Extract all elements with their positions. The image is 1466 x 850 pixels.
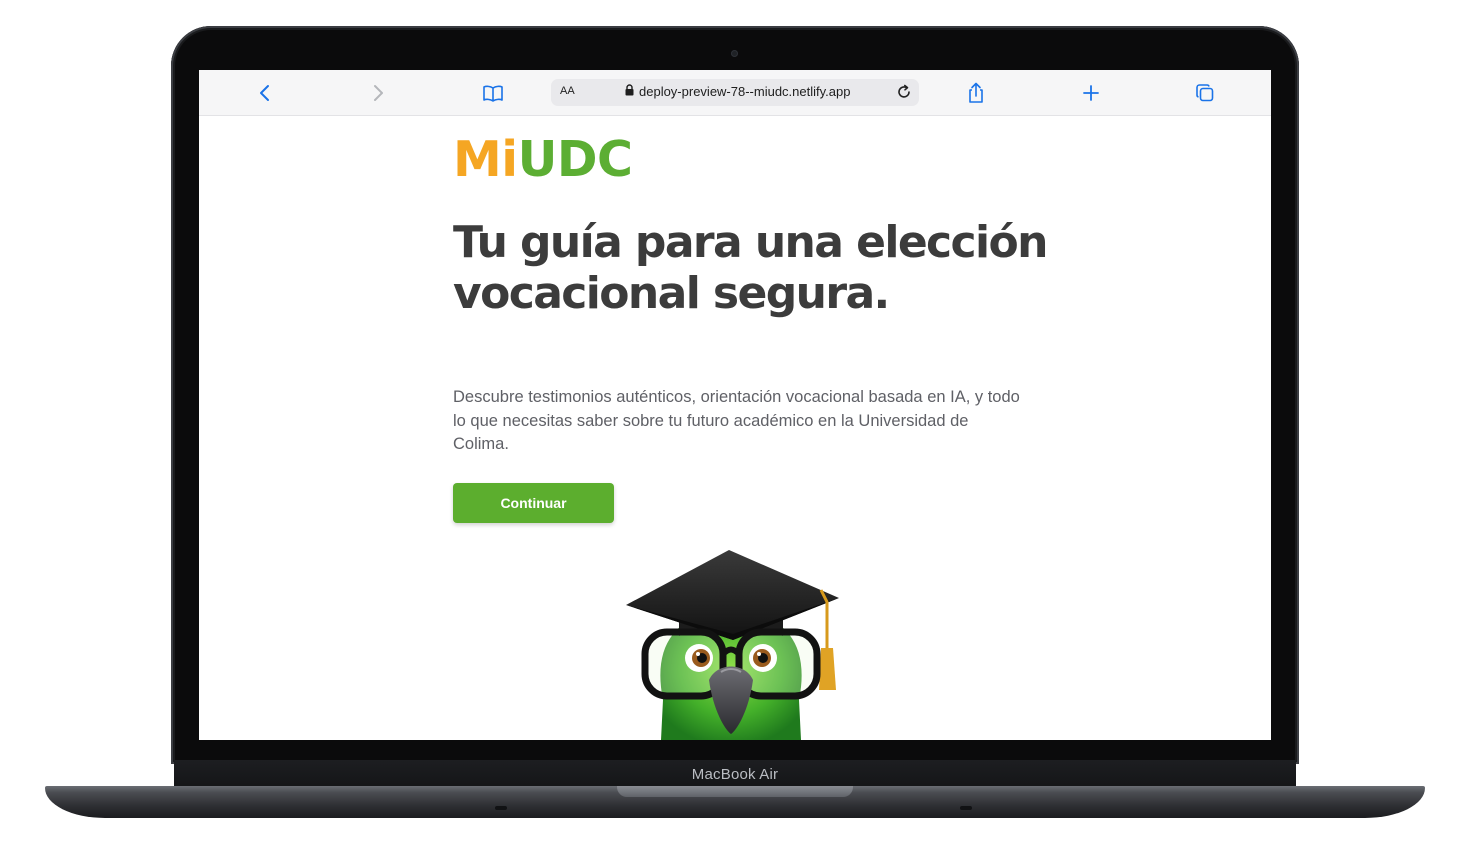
- laptop-base: [45, 786, 1425, 818]
- bookmarks-icon[interactable]: [481, 81, 505, 105]
- laptop-mockup: AA deploy-preview-78--miudc.netlify.app: [0, 0, 1466, 850]
- hero-headline: Tu guía para una elección vocacional seg…: [453, 217, 1048, 319]
- new-tab-icon[interactable]: [1079, 81, 1103, 105]
- logo-udc: UDC: [517, 131, 633, 188]
- hero-subtitle: Descubre testimonios auténticos, orienta…: [453, 388, 1020, 453]
- browser-screen: AA deploy-preview-78--miudc.netlify.app: [199, 70, 1271, 740]
- camera-icon: [731, 50, 738, 57]
- laptop-chin: MacBook Air: [174, 760, 1296, 788]
- text-size-button[interactable]: AA: [560, 85, 575, 97]
- reload-icon[interactable]: [895, 83, 913, 101]
- address-bar[interactable]: AA deploy-preview-78--miudc.netlify.app: [551, 79, 919, 106]
- parrot-mascot-image: [626, 550, 839, 740]
- base-foot: [495, 806, 507, 810]
- base-notch: [617, 786, 853, 797]
- url-text: deploy-preview-78--miudc.netlify.app: [639, 84, 851, 99]
- base-foot: [960, 806, 972, 810]
- forward-icon[interactable]: [366, 81, 390, 105]
- browser-toolbar: AA deploy-preview-78--miudc.netlify.app: [199, 70, 1271, 116]
- back-icon[interactable]: [253, 81, 277, 105]
- model-label: MacBook Air: [691, 766, 779, 783]
- share-icon[interactable]: [964, 81, 988, 105]
- tabs-icon[interactable]: [1193, 81, 1217, 105]
- logo-mi: Mi: [453, 131, 518, 188]
- miudc-logo[interactable]: MiUDC: [453, 135, 633, 185]
- lock-icon: [625, 84, 634, 99]
- url-display[interactable]: deploy-preview-78--miudc.netlify.app: [625, 84, 850, 99]
- continue-button[interactable]: Continuar: [453, 483, 614, 523]
